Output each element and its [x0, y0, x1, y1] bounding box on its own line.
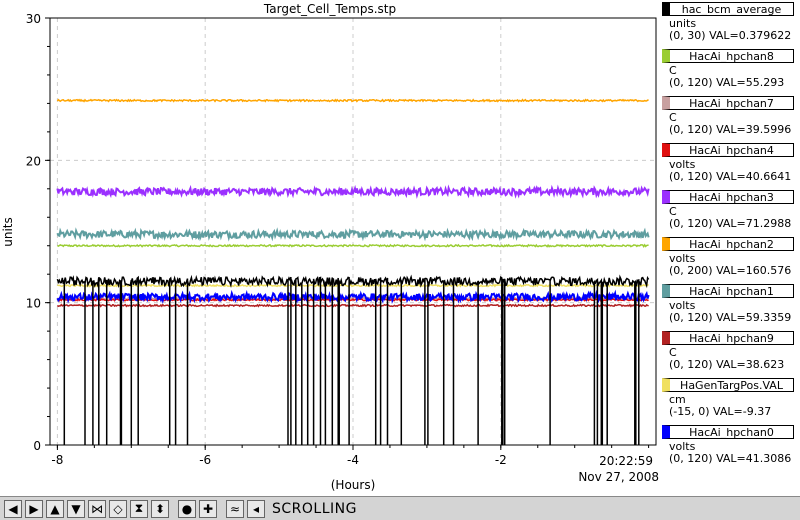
zoom-in-horizontal-button[interactable]: ⋈ — [88, 499, 106, 518]
legend-entry[interactable]: HacAi_hpchan9 C (0, 120) VAL=38.623 — [659, 329, 800, 376]
legend-range-value: (0, 120) VAL=40.6641 — [669, 170, 792, 183]
arrow-up-icon: ▲ — [50, 501, 60, 516]
legend-series-name[interactable]: HacAi_hpchan8 — [662, 49, 794, 63]
strip-chart[interactable]: Target_Cell_Temps.stp -8 -6 -4 -2 0 10 20 30 un… — [0, 0, 659, 496]
legend-series-name[interactable]: HacAi_hpchan9 — [662, 331, 794, 345]
series-line-hacai-hpchan8 — [57, 243, 649, 249]
record-button[interactable]: ● — [178, 499, 196, 518]
zoom-in-horizontal-icon: ⋈ — [91, 501, 103, 516]
legend-range-value: (0, 200) VAL=160.576 — [669, 264, 792, 277]
legend-entry[interactable]: HacAi_hpchan0 volts (0, 120) VAL=41.3086 — [659, 423, 800, 470]
zoom-out-vertical-icon: ⬍ — [154, 501, 166, 516]
y-axis-label: units — [1, 217, 15, 247]
arrow-left-icon: ◀ — [8, 501, 18, 516]
legend-entry[interactable]: HaGenTargPos.VAL cm (-15, 0) VAL=-9.37 — [659, 376, 800, 423]
legend-range-value: (0, 120) VAL=59.3359 — [669, 311, 792, 324]
y-tick-label: 20 — [26, 154, 41, 168]
legend-entry[interactable]: HacAi_hpchan8 C (0, 120) VAL=55.293 — [659, 47, 800, 94]
legend-entry[interactable]: HacAi_hpchan7 C (0, 120) VAL=39.5996 — [659, 94, 800, 141]
legend: hac_bcm_average units (0, 30) VAL=0.379622… — [659, 0, 800, 470]
arrow-right-icon: ▶ — [29, 501, 39, 516]
x-axis-label: (Hours) — [331, 478, 376, 492]
arrow-down-icon: ▼ — [71, 501, 81, 516]
zoom-in-vertical-button[interactable]: ⧗ — [130, 499, 148, 518]
toolbar-buttons: ◀ ▶ ▲ ▼ ⋈ ◇ ⧗ ⬍ ● ✚ ≈ ◂ — [4, 499, 268, 518]
scroll-toggle-button[interactable]: ◂ — [247, 499, 265, 518]
legend-series-name[interactable]: HacAi_hpchan7 — [662, 96, 794, 110]
scroll-toggle-icon: ◂ — [252, 501, 260, 516]
legend-range-value: (0, 30) VAL=0.379622 — [669, 29, 792, 42]
legend-range-value: (0, 120) VAL=39.5996 — [669, 123, 792, 136]
time-label: 20:22:59 — [599, 454, 653, 468]
add-button[interactable]: ✚ — [199, 499, 217, 518]
x-tick-label: -2 — [495, 453, 507, 467]
record-icon: ● — [181, 501, 193, 516]
legend-entry[interactable]: HacAi_hpchan4 volts (0, 120) VAL=40.6641 — [659, 141, 800, 188]
zoom-out-vertical-button[interactable]: ⬍ — [151, 499, 169, 518]
legend-range-value: (0, 120) VAL=38.623 — [669, 358, 785, 371]
arrow-left-button[interactable]: ◀ — [4, 499, 22, 518]
series-layer — [56, 98, 650, 445]
legend-range-value: (-15, 0) VAL=-9.37 — [669, 405, 772, 418]
legend-range-value: (0, 120) VAL=71.2988 — [669, 217, 792, 230]
zoom-out-horizontal-button[interactable]: ◇ — [109, 499, 127, 518]
legend-range-value: (0, 120) VAL=55.293 — [669, 76, 785, 89]
x-tick-label: -6 — [199, 453, 211, 467]
toolbar: ◀ ▶ ▲ ▼ ⋈ ◇ ⧗ ⬍ ● ✚ ≈ ◂ SCROLLING — [0, 496, 800, 520]
legend-range-value: (0, 120) VAL=41.3086 — [669, 452, 792, 465]
legend-series-name[interactable]: HacAi_hpchan2 — [662, 237, 794, 251]
legend-series-name[interactable]: hac_bcm_average — [662, 2, 794, 16]
x-tick-label: -4 — [347, 453, 359, 467]
legend-entry[interactable]: HacAi_hpchan3 C (0, 120) VAL=71.2988 — [659, 188, 800, 235]
legend-series-name[interactable]: HacAi_hpchan1 — [662, 284, 794, 298]
legend-series-name[interactable]: HacAi_hpchan4 — [662, 143, 794, 157]
y-tick-label: 30 — [26, 12, 41, 26]
chart-title: Target_Cell_Temps.stp — [263, 2, 396, 16]
y-tick-label: 0 — [33, 439, 41, 453]
auto-scale-button[interactable]: ≈ — [226, 499, 244, 518]
legend-entry[interactable]: HacAi_hpchan2 volts (0, 200) VAL=160.576 — [659, 235, 800, 282]
legend-series-name[interactable]: HaGenTargPos.VAL — [662, 378, 794, 392]
scrolling-status: SCROLLING — [272, 500, 357, 517]
legend-series-name[interactable]: HacAi_hpchan0 — [662, 425, 794, 439]
arrow-down-button[interactable]: ▼ — [67, 499, 85, 518]
legend-entry[interactable]: hac_bcm_average units (0, 30) VAL=0.379622 — [659, 0, 800, 47]
legend-series-name[interactable]: HacAi_hpchan3 — [662, 190, 794, 204]
y-tick-label: 10 — [26, 297, 41, 311]
add-icon: ✚ — [202, 501, 214, 516]
zoom-out-horizontal-icon: ◇ — [113, 501, 123, 516]
legend-entry[interactable]: HacAi_hpchan1 volts (0, 120) VAL=59.3359 — [659, 282, 800, 329]
x-tick-label: -8 — [51, 453, 63, 467]
zoom-in-vertical-icon: ⧗ — [134, 501, 144, 515]
date-label: Nov 27, 2008 — [578, 470, 659, 484]
arrow-right-button[interactable]: ▶ — [25, 499, 43, 518]
arrow-up-button[interactable]: ▲ — [46, 499, 64, 518]
auto-scale-icon: ≈ — [229, 501, 241, 516]
axis-ticks: -8 -6 -4 -2 0 10 20 30 — [26, 12, 650, 467]
